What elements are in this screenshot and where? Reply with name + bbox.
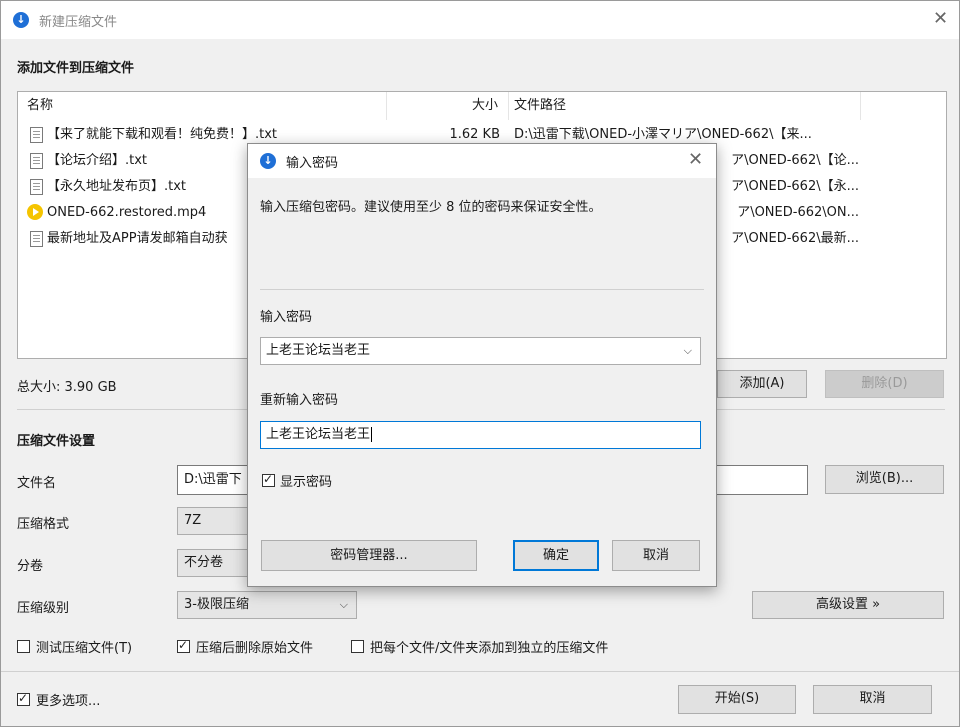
dialog-title-bar: ↓ 输入密码 ✕ xyxy=(248,144,716,178)
separate-archives-label[interactable]: 把每个文件/文件夹添加到独立的压缩文件 xyxy=(370,637,608,656)
level-select[interactable]: 3-极限压缩 ⌵ xyxy=(177,591,357,619)
column-header-size[interactable]: 大小 xyxy=(472,92,498,120)
advanced-settings-button[interactable]: 高级设置 » xyxy=(752,591,944,619)
title-bar: ↓ 新建压缩文件 ✕ xyxy=(1,1,959,39)
password-dialog: ↓ 输入密码 ✕ 输入压缩包密码。建议使用至少 8 位的密码来保证安全性。 输入… xyxy=(247,143,717,587)
column-header-path[interactable]: 文件路径 xyxy=(514,92,566,120)
confirm-password-label: 重新输入密码 xyxy=(260,393,339,408)
level-label: 压缩级别 xyxy=(17,601,70,616)
settings-heading: 压缩文件设置 xyxy=(17,434,96,449)
ok-button[interactable]: 确定 xyxy=(513,540,599,571)
cancel-button[interactable]: 取消 xyxy=(813,685,932,714)
close-icon[interactable]: ✕ xyxy=(688,151,703,169)
column-divider[interactable] xyxy=(860,92,861,120)
text-file-icon xyxy=(30,153,43,169)
start-button[interactable]: 开始(S) xyxy=(678,685,796,714)
password-combobox[interactable]: 上老王论坛当老王 ⌵ xyxy=(260,337,701,365)
text-file-icon xyxy=(30,179,43,195)
split-value: 不分卷 xyxy=(184,555,224,570)
delete-button[interactable]: 删除(D) xyxy=(825,370,944,398)
show-password-label[interactable]: 显示密码 xyxy=(280,471,332,490)
delete-after-checkbox[interactable] xyxy=(177,638,190,653)
dialog-title: 输入密码 xyxy=(286,156,339,171)
more-options-label[interactable]: 更多选项... xyxy=(36,690,100,709)
confirm-password-input[interactable]: 上老王论坛当老王 xyxy=(260,421,701,449)
app-logo-icon: ↓ xyxy=(260,153,276,169)
column-divider[interactable] xyxy=(386,92,387,120)
column-header-name[interactable]: 名称 xyxy=(27,92,53,120)
add-files-heading: 添加文件到压缩文件 xyxy=(17,61,135,76)
video-file-icon xyxy=(27,204,43,220)
total-size: 总大小: 3.90 GB xyxy=(17,380,117,395)
test-archive-label[interactable]: 测试压缩文件(T) xyxy=(36,637,132,656)
chevron-down-icon: ⌵ xyxy=(339,598,348,611)
text-file-icon xyxy=(30,231,43,247)
filename-label: 文件名 xyxy=(17,476,57,491)
split-label: 分卷 xyxy=(17,559,44,574)
show-password-checkbox[interactable] xyxy=(262,472,275,487)
text-cursor xyxy=(371,427,373,442)
divider xyxy=(1,671,959,672)
level-value: 3-极限压缩 xyxy=(184,597,249,612)
delete-after-label[interactable]: 压缩后删除原始文件 xyxy=(196,637,313,656)
separate-archives-checkbox[interactable] xyxy=(351,640,364,653)
divider xyxy=(260,289,704,290)
more-options-checkbox[interactable] xyxy=(17,691,30,706)
column-divider[interactable] xyxy=(508,92,509,120)
window-title: 新建压缩文件 xyxy=(39,15,118,30)
format-label: 压缩格式 xyxy=(17,517,70,532)
dialog-description: 输入压缩包密码。建议使用至少 8 位的密码来保证安全性。 xyxy=(260,200,602,215)
browse-button[interactable]: 浏览(B)... xyxy=(825,465,944,494)
test-archive-checkbox[interactable] xyxy=(17,640,30,653)
password-manager-button[interactable]: 密码管理器... xyxy=(261,540,477,571)
format-value: 7Z xyxy=(184,513,202,528)
confirm-password-value: 上老王论坛当老王 xyxy=(266,427,371,442)
password-value: 上老王论坛当老王 xyxy=(266,343,371,358)
dialog-cancel-button[interactable]: 取消 xyxy=(612,540,700,571)
text-file-icon xyxy=(30,127,43,143)
password-label: 输入密码 xyxy=(260,310,313,325)
close-icon[interactable]: ✕ xyxy=(933,10,948,28)
add-button[interactable]: 添加(A) xyxy=(717,370,807,398)
chevron-down-icon[interactable]: ⌵ xyxy=(684,338,692,364)
app-logo-icon: ↓ xyxy=(13,12,29,28)
